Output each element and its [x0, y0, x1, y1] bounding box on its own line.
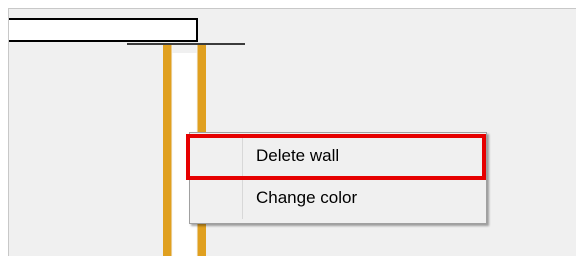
horizontal-wall[interactable]	[9, 18, 198, 42]
selected-vertical-wall-left-edge[interactable]	[163, 45, 172, 256]
menu-item-change-color[interactable]: Change color	[192, 181, 484, 215]
menu-item-delete-wall[interactable]: Delete wall	[192, 139, 484, 173]
menu-item-label: Change color	[256, 188, 358, 207]
context-menu: Delete wall Change color	[189, 132, 487, 224]
menu-item-label: Delete wall	[256, 146, 340, 165]
